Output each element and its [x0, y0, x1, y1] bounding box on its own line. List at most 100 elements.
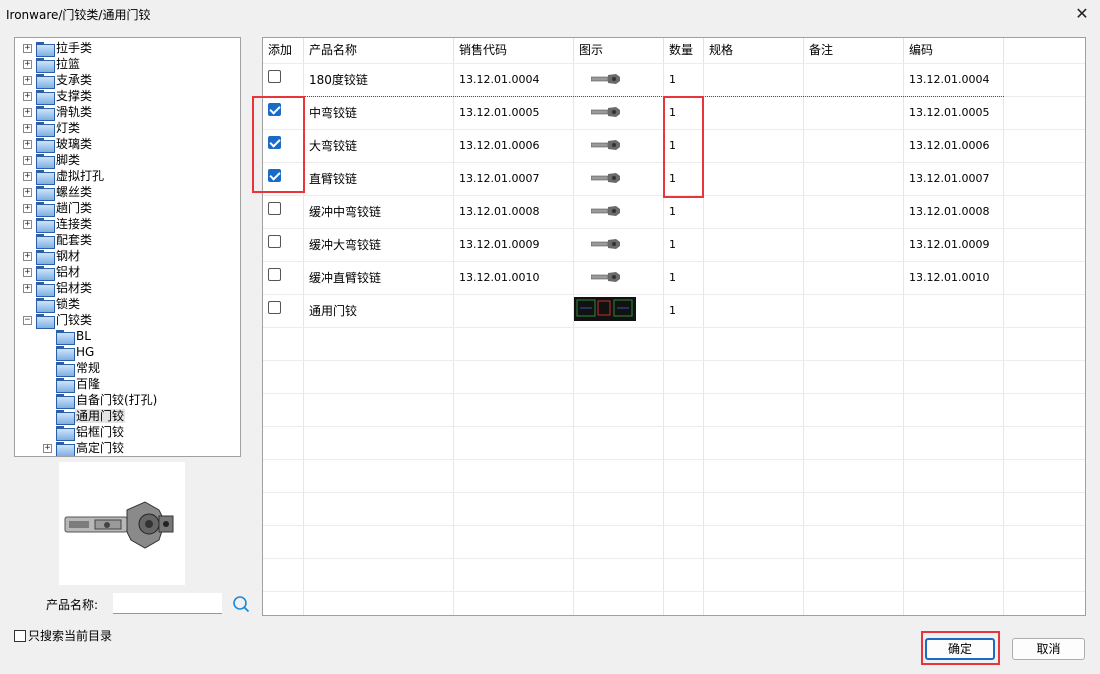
only-current-dir-option[interactable]: 只搜索当前目录	[14, 627, 112, 644]
add-checkbox[interactable]	[268, 235, 281, 248]
expand-icon[interactable]: +	[43, 443, 52, 453]
tree-item[interactable]: 铝框门铰	[43, 424, 125, 441]
qty-cell[interactable]: 1	[669, 204, 676, 220]
expand-icon[interactable]: +	[23, 283, 32, 293]
product-table: 添加 产品名称 销售代码 图示 数量 规格 备注 编码 180度铰链 13.12.01.0004 1…	[262, 37, 1086, 616]
tree-item[interactable]: 通用门铰	[43, 408, 126, 425]
column-header[interactable]: 备注	[804, 38, 904, 63]
add-checkbox[interactable]	[268, 70, 281, 83]
column-header[interactable]: 图示	[574, 38, 664, 63]
grid-row-line	[263, 393, 1085, 394]
tree-item[interactable]: 自备门铰(打孔)	[43, 392, 158, 409]
tree-item[interactable]: + 连接类	[23, 216, 93, 233]
product-name-search-input[interactable]	[113, 593, 222, 614]
add-checkbox[interactable]	[268, 202, 281, 215]
tree-item-label: 自备门铰(打孔)	[76, 393, 158, 407]
tree-item[interactable]: + 支承类	[23, 72, 93, 89]
tree-item[interactable]: + 滑轨类	[23, 104, 93, 121]
tree-item[interactable]: + 趟门类	[23, 200, 93, 217]
add-checkbox[interactable]	[268, 103, 281, 116]
tree-item-label: 铝材类	[56, 281, 93, 295]
expand-icon	[23, 300, 32, 309]
grid-column-line	[903, 63, 904, 615]
qty-cell[interactable]: 1	[669, 138, 676, 154]
expand-icon	[43, 412, 52, 421]
tree-item[interactable]: + 拉手类	[23, 40, 93, 57]
search-icon[interactable]	[232, 595, 250, 613]
tree-item[interactable]: + 灯类	[23, 120, 81, 137]
tree-item[interactable]: 百隆	[43, 376, 101, 393]
code-cell: 13.12.01.0007	[459, 172, 540, 185]
expand-icon[interactable]: +	[23, 123, 32, 133]
tree-item[interactable]: + 玻璃类	[23, 136, 93, 153]
folder-icon	[36, 217, 55, 233]
tree-item[interactable]: + 支撑类	[23, 88, 93, 105]
tree-item[interactable]: 常规	[43, 360, 101, 377]
add-checkbox[interactable]	[268, 169, 281, 182]
expand-icon[interactable]: +	[23, 91, 32, 101]
only-current-dir-checkbox[interactable]	[14, 629, 26, 642]
folder-icon	[56, 329, 75, 345]
tree-item[interactable]: + 拉篮	[23, 56, 81, 73]
category-tree[interactable]: + 拉手类 + 拉篮 + 支承类 + 支撑类 + 滑轨类 + 灯类 + 玻璃类 + 脚类 + 虚拟打孔 + 螺丝类 + 趟…	[14, 37, 241, 457]
add-checkbox[interactable]	[268, 268, 281, 281]
collapse-icon[interactable]: −	[23, 315, 32, 325]
tree-item[interactable]: 锁类	[23, 296, 81, 313]
expand-icon[interactable]: +	[23, 155, 32, 165]
tree-item[interactable]: + 铝材	[23, 264, 81, 281]
expand-icon[interactable]: +	[23, 251, 32, 261]
expand-icon[interactable]: +	[23, 187, 32, 197]
expand-icon[interactable]: +	[23, 139, 32, 149]
tree-item[interactable]: HG	[43, 344, 95, 361]
grid-row-line	[263, 459, 1085, 460]
folder-icon	[36, 153, 55, 169]
id-cell: 13.12.01.0005	[909, 106, 990, 119]
tree-item[interactable]: + 高定门铰	[43, 440, 125, 456]
expand-icon	[43, 348, 52, 357]
qty-cell[interactable]: 1	[669, 237, 676, 253]
column-header[interactable]: 编码	[904, 38, 1004, 63]
tree-item[interactable]: + 虚拟打孔	[23, 168, 105, 185]
qty-cell[interactable]: 1	[669, 270, 676, 286]
grid-row-line	[263, 360, 1085, 361]
tree-item[interactable]: + 螺丝类	[23, 184, 93, 201]
expand-icon[interactable]: +	[23, 219, 32, 229]
tree-item[interactable]: + 钢材	[23, 248, 81, 265]
hinge-thumbnail-icon	[591, 74, 620, 84]
title-bar: Ironware/门铰类/通用门铰 ✕	[0, 0, 1100, 28]
column-header[interactable]: 产品名称	[304, 38, 454, 63]
tree-item[interactable]: − 门铰类	[23, 312, 93, 329]
tree-item[interactable]: BL	[43, 328, 92, 345]
tree-item[interactable]: + 脚类	[23, 152, 81, 169]
add-checkbox[interactable]	[268, 136, 281, 149]
expand-icon	[43, 380, 52, 389]
grid-row-line	[263, 162, 1085, 163]
tree-item[interactable]: 配套类	[23, 232, 93, 249]
qty-cell[interactable]: 1	[669, 171, 676, 187]
ok-button[interactable]: 确定	[925, 638, 995, 660]
folder-icon	[56, 425, 75, 441]
tree-item-label: 锁类	[56, 297, 81, 311]
expand-icon[interactable]: +	[23, 107, 32, 117]
folder-icon	[36, 169, 55, 185]
qty-cell[interactable]: 1	[669, 105, 676, 121]
expand-icon[interactable]: +	[23, 267, 32, 277]
expand-icon[interactable]: +	[23, 59, 32, 69]
close-button[interactable]: ✕	[1072, 4, 1092, 24]
expand-icon[interactable]: +	[23, 75, 32, 85]
grid-row-line	[263, 261, 1085, 262]
tree-item-label: 钢材	[56, 249, 81, 263]
qty-cell[interactable]: 1	[669, 303, 676, 319]
expand-icon[interactable]: +	[23, 203, 32, 213]
grid-row-line	[263, 558, 1085, 559]
column-header[interactable]: 数量	[664, 38, 704, 63]
add-checkbox[interactable]	[268, 301, 281, 314]
expand-icon[interactable]: +	[23, 43, 32, 53]
tree-item[interactable]: + 铝材类	[23, 280, 93, 297]
column-header[interactable]: 添加	[263, 38, 304, 63]
expand-icon[interactable]: +	[23, 171, 32, 181]
column-header[interactable]: 销售代码	[454, 38, 574, 63]
column-header[interactable]: 规格	[704, 38, 804, 63]
cancel-button[interactable]: 取消	[1012, 638, 1085, 660]
qty-cell[interactable]: 1	[669, 72, 676, 88]
